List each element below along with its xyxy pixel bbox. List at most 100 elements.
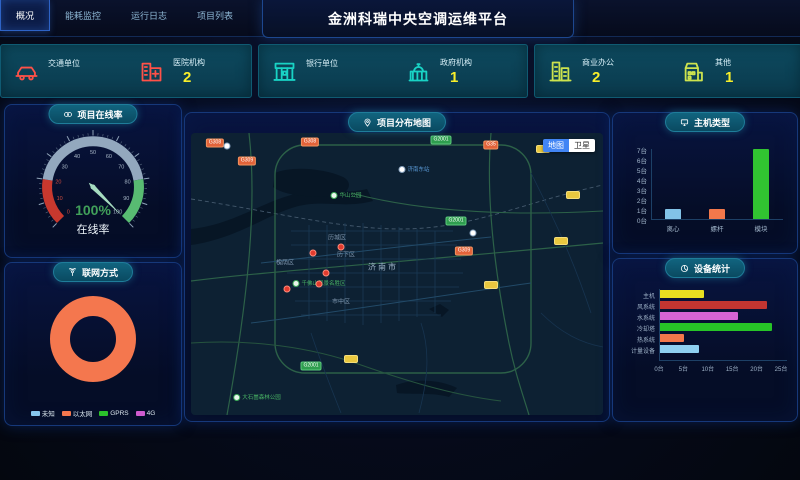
nav-tab-2[interactable]: 运行日志 — [116, 0, 182, 31]
y-axis-category: 水系统 — [621, 313, 655, 322]
park-dot-icon — [233, 394, 240, 401]
legend-swatch — [31, 411, 40, 416]
stat-texts: 医院机构2 — [173, 57, 205, 86]
government-icon — [405, 58, 432, 85]
network-legend: 未知以太网 GPRS 4G — [5, 408, 181, 418]
project-map-panel-title: 项目分布地图 — [377, 116, 431, 129]
y-axis-tick: 7台 — [621, 145, 647, 155]
district-label: 市中区 — [332, 297, 350, 306]
y-axis-tick: 4台 — [621, 175, 647, 185]
network-donut-chart — [9, 283, 177, 400]
device-stat-bar — [660, 301, 767, 309]
legend-swatch — [99, 411, 108, 416]
x-axis-line — [651, 219, 783, 220]
legend-label: 4G — [147, 410, 156, 417]
poi-name: 千佛山风景名胜区 — [301, 279, 345, 287]
host-type-bar — [753, 149, 769, 219]
x-axis-tick: 15台 — [722, 364, 742, 373]
station-marker — [470, 230, 477, 237]
svg-text:100%: 100% — [75, 202, 111, 218]
network-mode-panel: 联网方式 未知以太网 GPRS 4G — [4, 262, 182, 426]
title-box: 金洲科瑞中央空调运维平台 — [262, 0, 574, 38]
project-marker[interactable] — [323, 270, 330, 277]
svg-text:70: 70 — [118, 164, 124, 170]
device-stat-bar — [660, 312, 738, 320]
poi-marker: 华山公园 — [330, 191, 361, 199]
stat-label: 交通单位 — [48, 58, 80, 69]
nav-tab-3[interactable]: 项目列表 — [182, 0, 248, 31]
station-name: 济南东站 — [407, 165, 429, 173]
svg-text:在线率: 在线率 — [77, 222, 110, 236]
hospital-icon — [138, 58, 165, 85]
x-axis-line — [659, 360, 787, 361]
park-dot-icon — [292, 280, 299, 287]
road-badge: G309 — [238, 157, 256, 166]
page-title: 金洲科瑞中央空调运维平台 — [328, 9, 508, 29]
station-marker: 济南东站 — [398, 165, 429, 173]
online-rate-panel-title: 项目在线率 — [77, 108, 122, 121]
project-map-panel: 项目分布地图 — [184, 112, 610, 422]
station-dot-icon — [398, 166, 405, 173]
road-badge: G308 — [301, 138, 319, 147]
legend-item-以太网[interactable]: 以太网 — [62, 408, 93, 418]
office-icon — [547, 58, 574, 85]
online-rate-panel: 项目在线率 0102030405060708090100100%在线率 — [4, 104, 182, 258]
project-marker[interactable] — [316, 281, 323, 288]
legend-swatch — [136, 411, 145, 416]
svg-text:60: 60 — [106, 154, 112, 160]
nav-tab-1[interactable]: 能耗监控 — [50, 0, 116, 31]
y-axis-category: 冷却塔 — [621, 324, 655, 333]
road-badge: G2001 — [300, 362, 321, 371]
host-type-bar-chart: 0台1台2台3台4台5台6台7台离心螺杆模块 — [621, 137, 789, 245]
x-axis-tick: 10台 — [698, 364, 718, 373]
project-marker[interactable] — [338, 244, 345, 251]
legend-item-未知[interactable]: 未知 — [31, 408, 55, 418]
poi-marker: 大石崮森林公园 — [233, 393, 281, 401]
stat-item: 医院机构2 — [126, 45, 251, 97]
stat-item: 银行单位 — [259, 45, 393, 97]
network-mode-panel-header: 联网方式 — [53, 262, 133, 282]
district-label: 历城区 — [328, 233, 346, 242]
y-axis-tick: 1台 — [621, 205, 647, 215]
stat-card-2: 商业办公2其他1 — [534, 44, 800, 98]
district-label: 槐荫区 — [276, 258, 294, 267]
device-stat-bar — [660, 334, 684, 342]
device-stat-bar — [660, 290, 704, 298]
y-axis-tick: 3台 — [621, 185, 647, 195]
device-stat-bar — [660, 323, 772, 331]
host-type-panel-header: 主机类型 — [665, 112, 745, 132]
link-icon — [63, 110, 72, 119]
project-marker[interactable] — [310, 250, 317, 257]
map-canvas[interactable]: 地图卫星 G308G309G308G35G309G2001G2001G2001济… — [191, 133, 603, 415]
y-axis-tick: 5台 — [621, 165, 647, 175]
top-navigation-bar: 概况能耗监控运行日志项目列表视频监控 金洲科瑞中央空调运维平台 — [0, 0, 800, 37]
svg-text:90: 90 — [123, 196, 129, 202]
svg-text:50: 50 — [90, 150, 96, 156]
y-axis-line — [651, 149, 652, 219]
host-type-panel: 主机类型 0台1台2台3台4台5台6台7台离心螺杆模块 — [612, 112, 798, 254]
poi-name: 华山公园 — [339, 191, 361, 199]
stat-item: 其他1 — [668, 45, 800, 97]
legend-item-GPRS[interactable]: GPRS — [99, 408, 128, 418]
legend-label: GPRS — [110, 410, 128, 417]
map-type-button-1[interactable]: 卫星 — [569, 139, 595, 152]
nav-tab-0[interactable]: 概况 — [0, 0, 50, 31]
device-stat-bar — [660, 345, 699, 353]
stat-item: 商业办公2 — [535, 45, 668, 97]
map-pin-icon — [363, 118, 372, 127]
stat-label: 银行单位 — [306, 58, 338, 69]
map-type-button-0[interactable]: 地图 — [543, 139, 569, 152]
svg-text:80: 80 — [125, 180, 131, 186]
y-axis-tick: 2台 — [621, 195, 647, 205]
y-axis-category: 主机 — [621, 291, 655, 300]
dashboard-root: 概况能耗监控运行日志项目列表视频监控 金洲科瑞中央空调运维平台 项目在线率 01… — [0, 0, 800, 480]
map-type-control: 地图卫星 — [543, 139, 595, 152]
stat-value: 2 — [592, 69, 614, 86]
legend-item-4G[interactable]: 4G — [136, 408, 156, 418]
network-mode-panel-title: 联网方式 — [82, 266, 118, 279]
antenna-icon — [68, 268, 77, 277]
stat-value: 1 — [450, 69, 472, 86]
project-marker[interactable] — [284, 286, 291, 293]
poi-name: 大石崮森林公园 — [242, 393, 281, 401]
x-axis-tick: 25台 — [771, 364, 791, 373]
